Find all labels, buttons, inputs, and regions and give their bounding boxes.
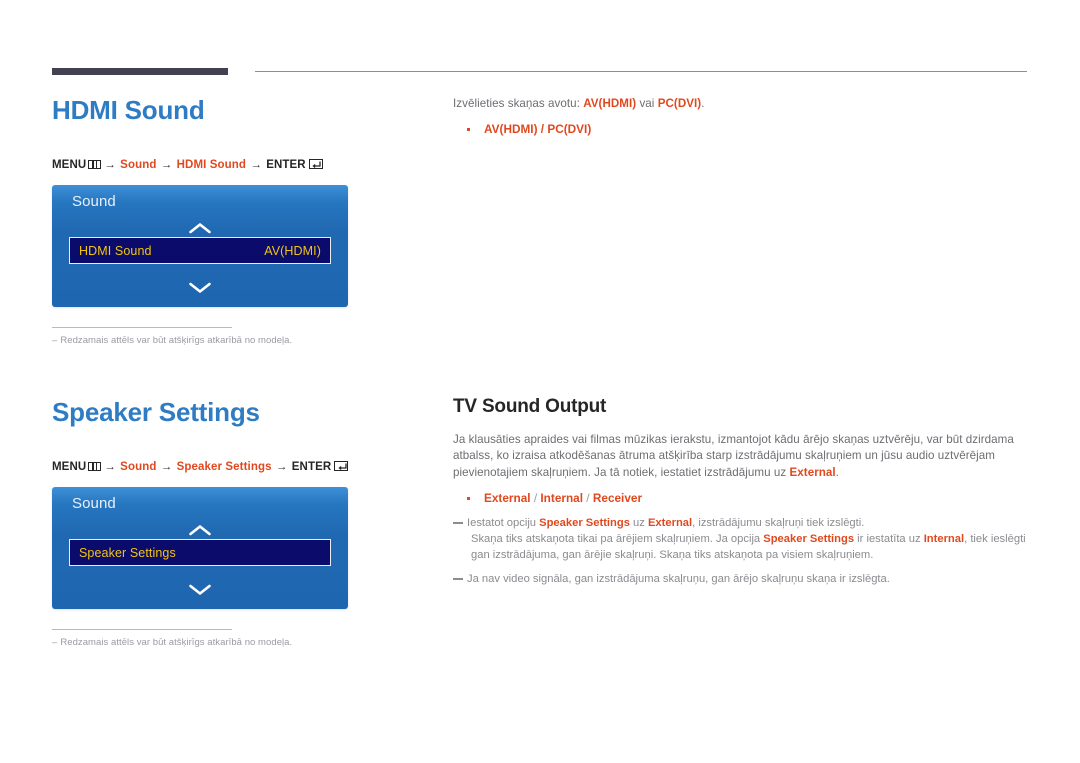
intro-bold-avhdmi: AV(HDMI) <box>583 97 637 110</box>
note1-b1: Speaker Settings <box>539 517 630 530</box>
note1-t4: Skaņa tiks atskaņota tikai pa ārējiem sk… <box>471 533 764 546</box>
page-header <box>0 0 1080 90</box>
hdmi-sound-options: AV(HDMI) / PC(DVI) <box>453 121 1028 138</box>
enter-label: ENTER <box>291 461 332 473</box>
chevron-down-icon[interactable] <box>52 282 348 293</box>
menu-grid-icon <box>88 462 102 471</box>
tv-sound-output-paragraph: Ja klausāties apraides vai filmas mūzika… <box>453 432 1028 481</box>
hdmi-sound-intro: Izvēlieties skaņas avotu: AV(HDMI) vai P… <box>453 96 1028 112</box>
speaker-settings-options: External / Internal / Receiver <box>453 490 1028 507</box>
section-hdmi-sound-right: Izvēlieties skaņas avotu: AV(HDMI) vai P… <box>453 96 1028 138</box>
note-speaker-settings-external: Iestatot opciju Speaker Settings uz Exte… <box>453 515 1028 563</box>
path-arrow-2: → <box>160 461 173 473</box>
menu-path-hdmi-sound: MENU → Sound → HDMI Sound → ENTER <box>52 159 422 171</box>
option-separator-2: / <box>583 491 593 506</box>
menu-grid-icon <box>88 160 102 169</box>
header-accent-bar <box>52 68 228 75</box>
intro-bold-pcdvi: PC(DVI) <box>657 97 702 110</box>
section-speaker-settings-right: TV Sound Output Ja klausāties apraides v… <box>453 396 1028 587</box>
option-receiver: Receiver <box>592 491 643 506</box>
section-speaker-settings-left: Speaker Settings MENU → Sound → Speaker S… <box>52 396 422 648</box>
option-separator-1: / <box>530 491 541 506</box>
osd-title: Sound <box>72 495 116 512</box>
intro-mid: vai <box>636 97 658 110</box>
menu-label: MENU <box>52 159 87 171</box>
note1-b3: Speaker Settings <box>763 533 855 546</box>
intro-after: . <box>701 97 705 110</box>
path-step-hdmi-sound[interactable]: HDMI Sound <box>177 159 246 171</box>
option-item-avhdmi-pcdvi[interactable]: AV(HDMI) / PC(DVI) <box>453 121 1028 138</box>
chevron-up-icon[interactable] <box>52 525 348 536</box>
footnote-divider <box>52 629 232 630</box>
path-arrow-3: → <box>250 159 262 171</box>
paragraph-end: . <box>835 465 839 479</box>
option-item-external-internal-receiver[interactable]: External / Internal / Receiver <box>453 490 1028 507</box>
footnote-dash: – <box>52 335 58 346</box>
menu-label: MENU <box>52 461 87 473</box>
osd-row-label: Speaker Settings <box>79 545 176 560</box>
osd-sound-menu-speaker: Sound Speaker Settings <box>52 487 348 609</box>
footnote-dash: – <box>52 637 58 648</box>
subtitle-tv-sound-output: TV Sound Output <box>453 396 607 417</box>
footnote-text: Redzamais attēls var būt atšķirīgs atkar… <box>60 335 293 346</box>
note1-second-line: Skaņa tiks atskaņota tikai pa ārējiem sk… <box>467 531 1028 563</box>
note1-t5: ir iestatīta uz <box>854 533 924 546</box>
osd-sound-menu-hdmi: Sound HDMI Sound AV(HDMI) <box>52 185 348 307</box>
footnote-divider <box>52 327 232 328</box>
path-step-sound[interactable]: Sound <box>120 159 156 171</box>
path-arrow-1: → <box>104 461 116 473</box>
option-internal: Internal <box>540 491 584 506</box>
path-arrow-2: → <box>160 159 173 171</box>
note1-b4: Internal <box>923 533 965 546</box>
paragraph-bold-external: External <box>789 465 836 479</box>
chevron-down-icon[interactable] <box>52 584 348 595</box>
path-arrow-3: → <box>275 461 288 473</box>
chevron-up-icon[interactable] <box>52 223 348 234</box>
footnote-speaker-settings: – Redzamais attēls var būt atšķirīgs atka… <box>52 637 422 648</box>
enter-return-icon <box>334 461 349 471</box>
footnote-text: Redzamais attēls var būt atšķirīgs atkar… <box>60 637 293 648</box>
menu-path-speaker-settings: MENU → Sound → Speaker Settings → ENTER <box>52 461 422 473</box>
note1-b2: External <box>647 517 693 530</box>
note1-t2: uz <box>629 517 648 530</box>
intro-before: Izvēlieties skaņas avotu: <box>453 97 584 110</box>
page-title-hdmi-sound: HDMI Sound <box>52 95 205 125</box>
section-hdmi-sound-left: HDMI Sound MENU → Sound → HDMI Sound → EN… <box>52 94 422 346</box>
header-rule <box>255 71 1027 72</box>
note1-t1: Iestatot opciju <box>467 517 540 530</box>
osd-row-speaker-settings[interactable]: Speaker Settings <box>69 539 331 566</box>
page-title-speaker-settings: Speaker Settings <box>52 397 260 427</box>
note1-t3: , izstrādājumu skaļruņi tiek izslēgti. <box>692 517 865 530</box>
path-step-speaker-settings[interactable]: Speaker Settings <box>177 461 272 473</box>
paragraph-text: Ja klausāties apraides vai filmas mūzika… <box>453 433 1014 479</box>
osd-title: Sound <box>72 193 116 210</box>
osd-row-hdmi-sound[interactable]: HDMI Sound AV(HDMI) <box>69 237 331 264</box>
osd-row-value: AV(HDMI) <box>264 243 321 258</box>
enter-return-icon <box>308 159 323 169</box>
path-arrow-1: → <box>104 159 116 171</box>
note2-text: Ja nav video signāla, gan izstrādājuma s… <box>467 573 890 586</box>
enter-label: ENTER <box>266 159 306 171</box>
option-external: External <box>484 491 531 506</box>
footnote-hdmi-sound: – Redzamais attēls var būt atšķirīgs atka… <box>52 335 422 346</box>
osd-row-label: HDMI Sound <box>79 243 152 258</box>
note-no-video-signal: Ja nav video signāla, gan izstrādājuma s… <box>453 571 1028 587</box>
path-step-sound[interactable]: Sound <box>120 461 156 473</box>
